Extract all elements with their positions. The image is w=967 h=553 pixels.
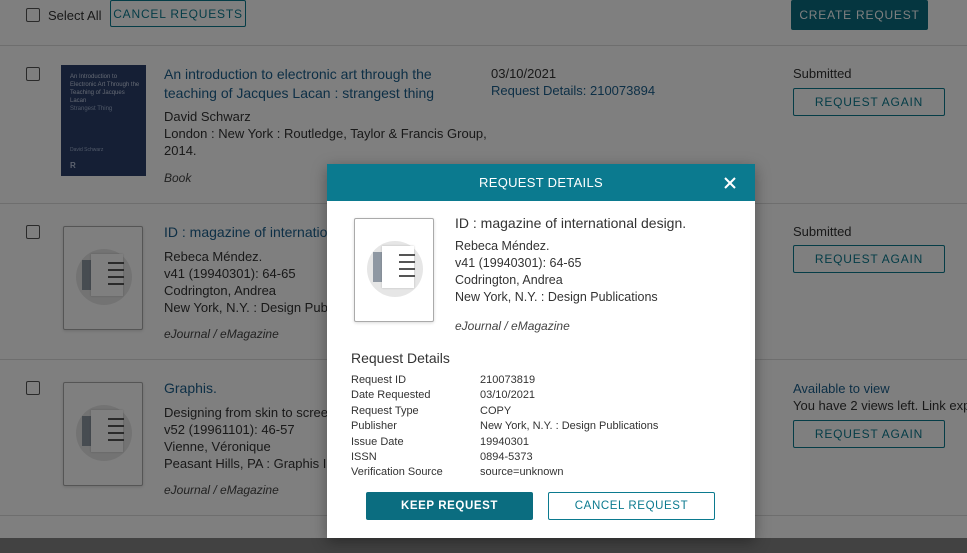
detail-label: Issue Date xyxy=(351,436,404,448)
item-line: New York, N.Y. : Design Publications xyxy=(455,290,658,304)
dialog-header: REQUEST DETAILS xyxy=(327,164,755,201)
item-line: Rebeca Méndez. xyxy=(455,239,550,253)
detail-value: 03/10/2021 xyxy=(480,389,536,401)
item-title: ID : magazine of international design. xyxy=(455,215,687,231)
document-placeholder-icon xyxy=(354,218,434,322)
details-section-title: Request Details xyxy=(351,350,450,366)
detail-value: 0894-5373 xyxy=(480,451,533,463)
dialog-title: REQUEST DETAILS xyxy=(479,175,603,190)
detail-value: 19940301 xyxy=(480,436,529,448)
detail-label: ISSN xyxy=(351,451,377,463)
cancel-request-button[interactable]: CANCEL REQUEST xyxy=(548,492,715,520)
request-details-dialog: REQUEST DETAILS ID : magazine of interna… xyxy=(327,164,755,538)
item-line: Codrington, Andrea xyxy=(455,273,563,287)
material-type: eJournal / eMagazine xyxy=(455,319,570,333)
close-icon[interactable] xyxy=(721,174,739,192)
item-line: v41 (19940301): 64-65 xyxy=(455,256,582,270)
detail-label: Verification Source xyxy=(351,466,443,478)
detail-value: COPY xyxy=(480,405,512,417)
keep-request-button[interactable]: KEEP REQUEST xyxy=(366,492,533,520)
detail-value: source=unknown xyxy=(480,466,564,478)
detail-label: Publisher xyxy=(351,420,397,432)
detail-label: Date Requested xyxy=(351,389,431,401)
detail-label: Request ID xyxy=(351,374,407,386)
detail-label: Request Type xyxy=(351,405,419,417)
detail-value: 210073819 xyxy=(480,374,536,386)
detail-value: New York, N.Y. : Design Publications xyxy=(480,420,659,432)
bottom-bar xyxy=(0,538,967,553)
